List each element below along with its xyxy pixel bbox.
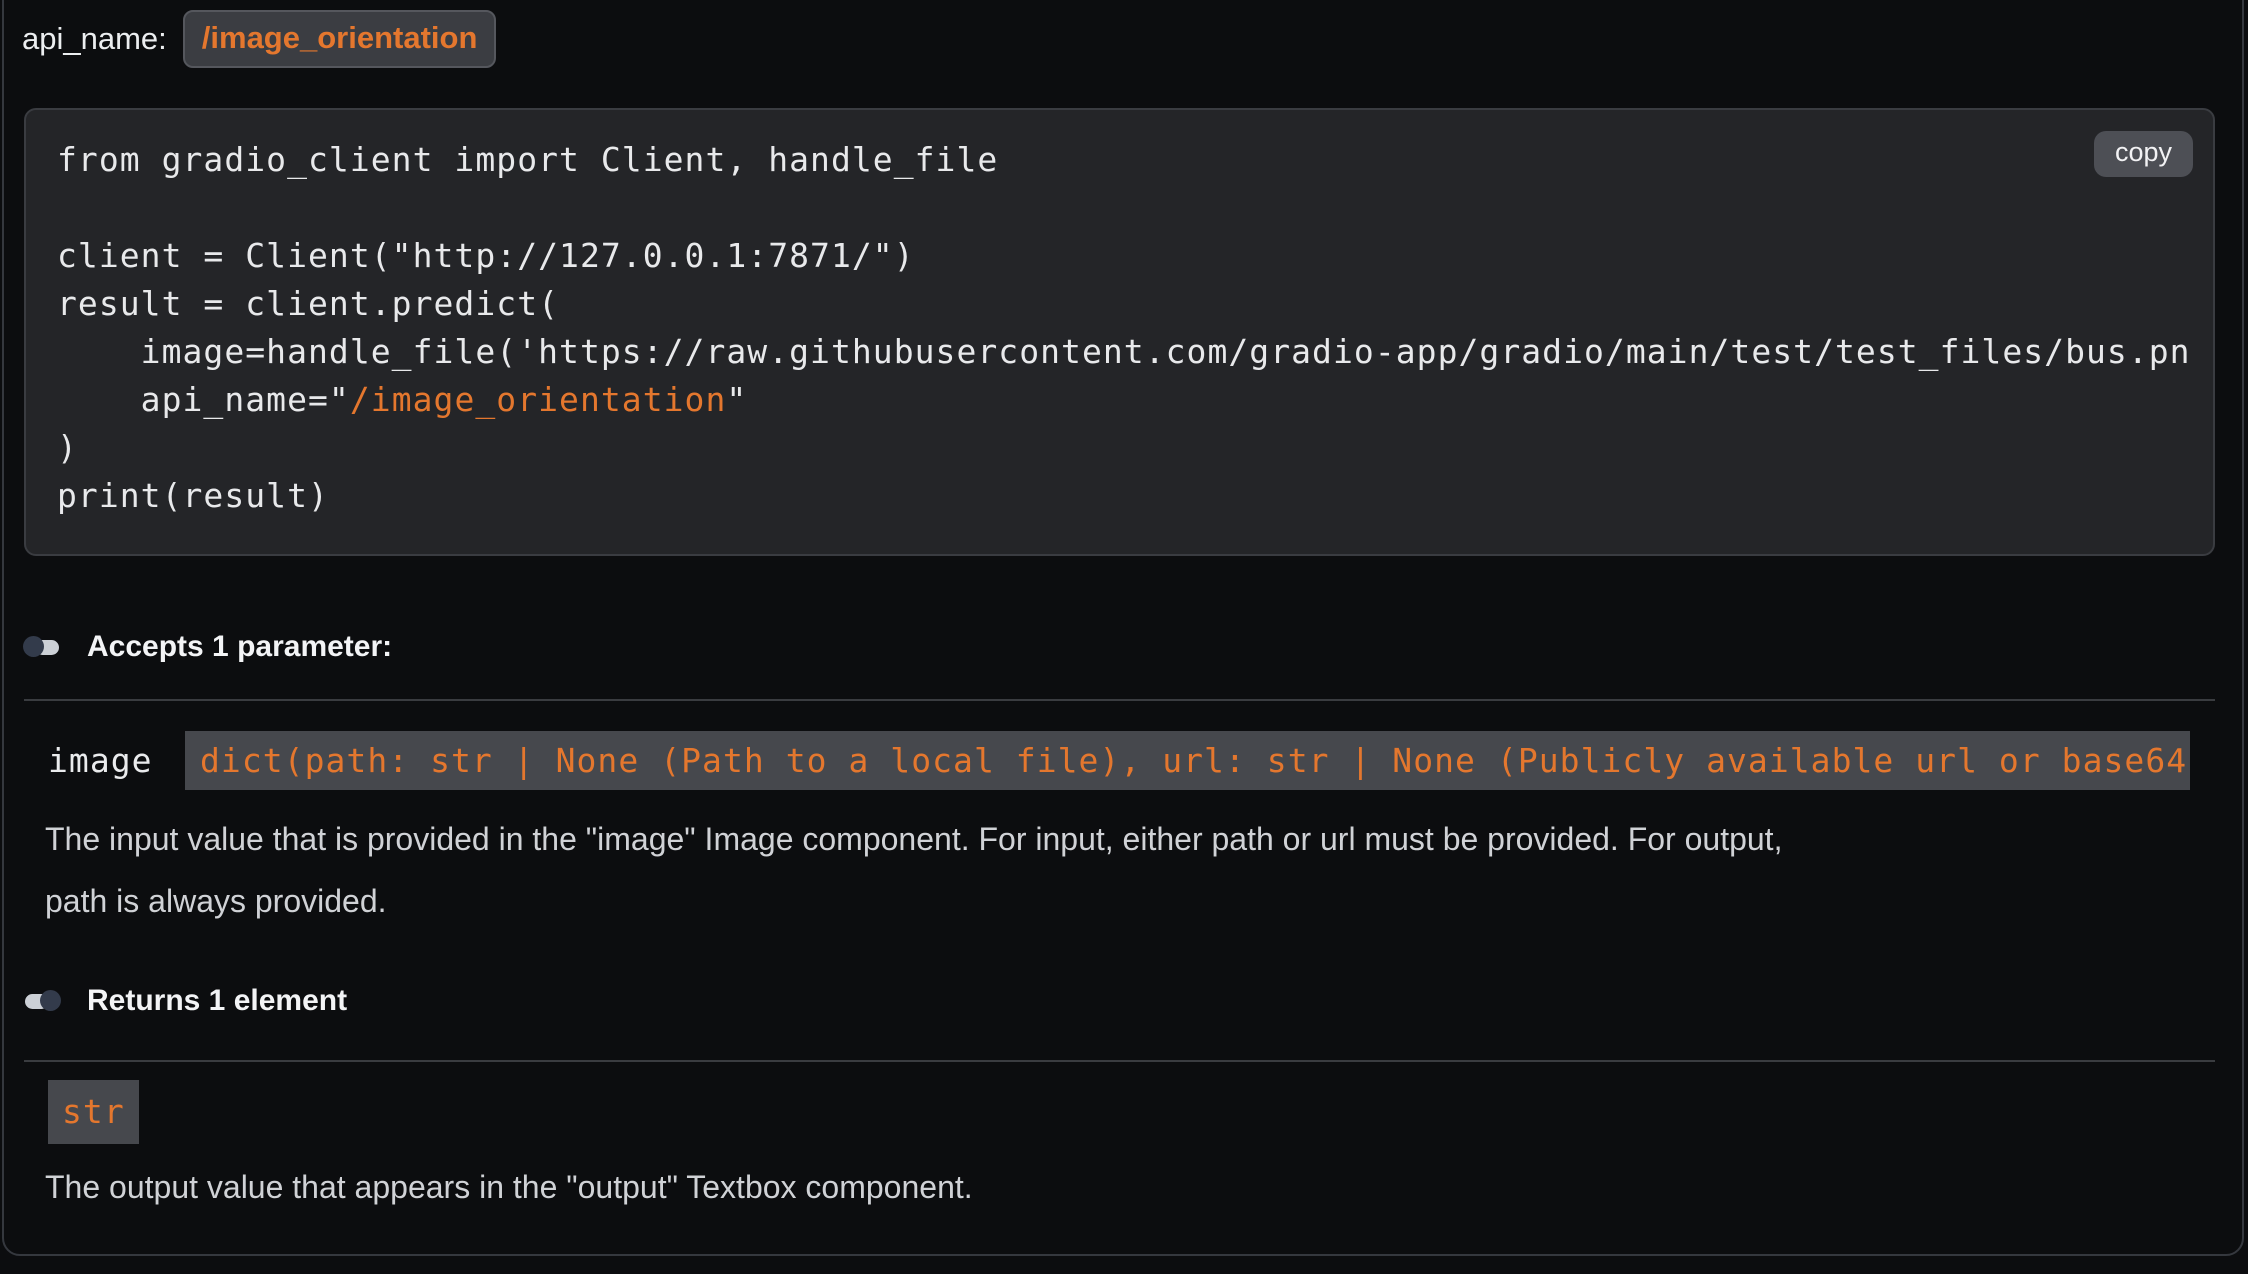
parameter-description-line: path is always provided. <box>45 870 387 932</box>
code-api-name-value: /image_orientation <box>350 380 727 419</box>
api-name-badge: /image_orientation <box>183 10 497 68</box>
copy-button[interactable]: copy <box>2094 131 2193 177</box>
parameter-toggle-icon <box>23 636 63 658</box>
code-line: ) <box>57 424 2213 472</box>
divider <box>24 1060 2215 1062</box>
endpoint-header: api_name: /image_orientation <box>22 10 496 68</box>
code-line: image=handle_file('https://raw.githubuse… <box>57 328 2213 376</box>
api-name-label: api_name: <box>22 21 167 57</box>
parameter-row: image dict(path: str | None (Path to a l… <box>48 731 2190 790</box>
api-docs-page: api_name: /image_orientation from gradio… <box>0 0 2248 1274</box>
divider <box>24 699 2215 701</box>
code-line: client = Client("http://127.0.0.1:7871/"… <box>57 232 2213 280</box>
code-api-name-suffix: " <box>726 380 747 419</box>
code-api-name-prefix: api_name=" <box>57 380 350 419</box>
toggle-knob <box>23 636 44 657</box>
returns-heading-label: Returns 1 element <box>87 984 347 1018</box>
toggle-knob <box>40 990 61 1011</box>
return-type-badge: str <box>48 1080 139 1144</box>
code-line: print(result) <box>57 472 2213 520</box>
return-toggle-icon <box>23 990 63 1012</box>
return-description: The output value that appears in the "ou… <box>45 1156 973 1218</box>
parameter-name: image <box>48 731 158 790</box>
accepts-heading: Accepts 1 parameter: <box>23 630 392 664</box>
code-line: result = client.predict( <box>57 280 2213 328</box>
code-line <box>57 184 2213 232</box>
parameter-description-line: The input value that is provided in the … <box>45 808 1782 870</box>
returns-heading: Returns 1 element <box>23 984 347 1018</box>
code-line: from gradio_client import Client, handle… <box>57 136 2213 184</box>
code-line: api_name="/image_orientation" <box>57 376 2213 424</box>
parameter-type-badge: dict(path: str | None (Path to a local f… <box>185 731 2190 790</box>
code-snippet-block: from gradio_client import Client, handle… <box>24 108 2215 556</box>
accepts-heading-label: Accepts 1 parameter: <box>87 630 392 664</box>
code-scroll-area[interactable]: from gradio_client import Client, handle… <box>57 136 2213 554</box>
